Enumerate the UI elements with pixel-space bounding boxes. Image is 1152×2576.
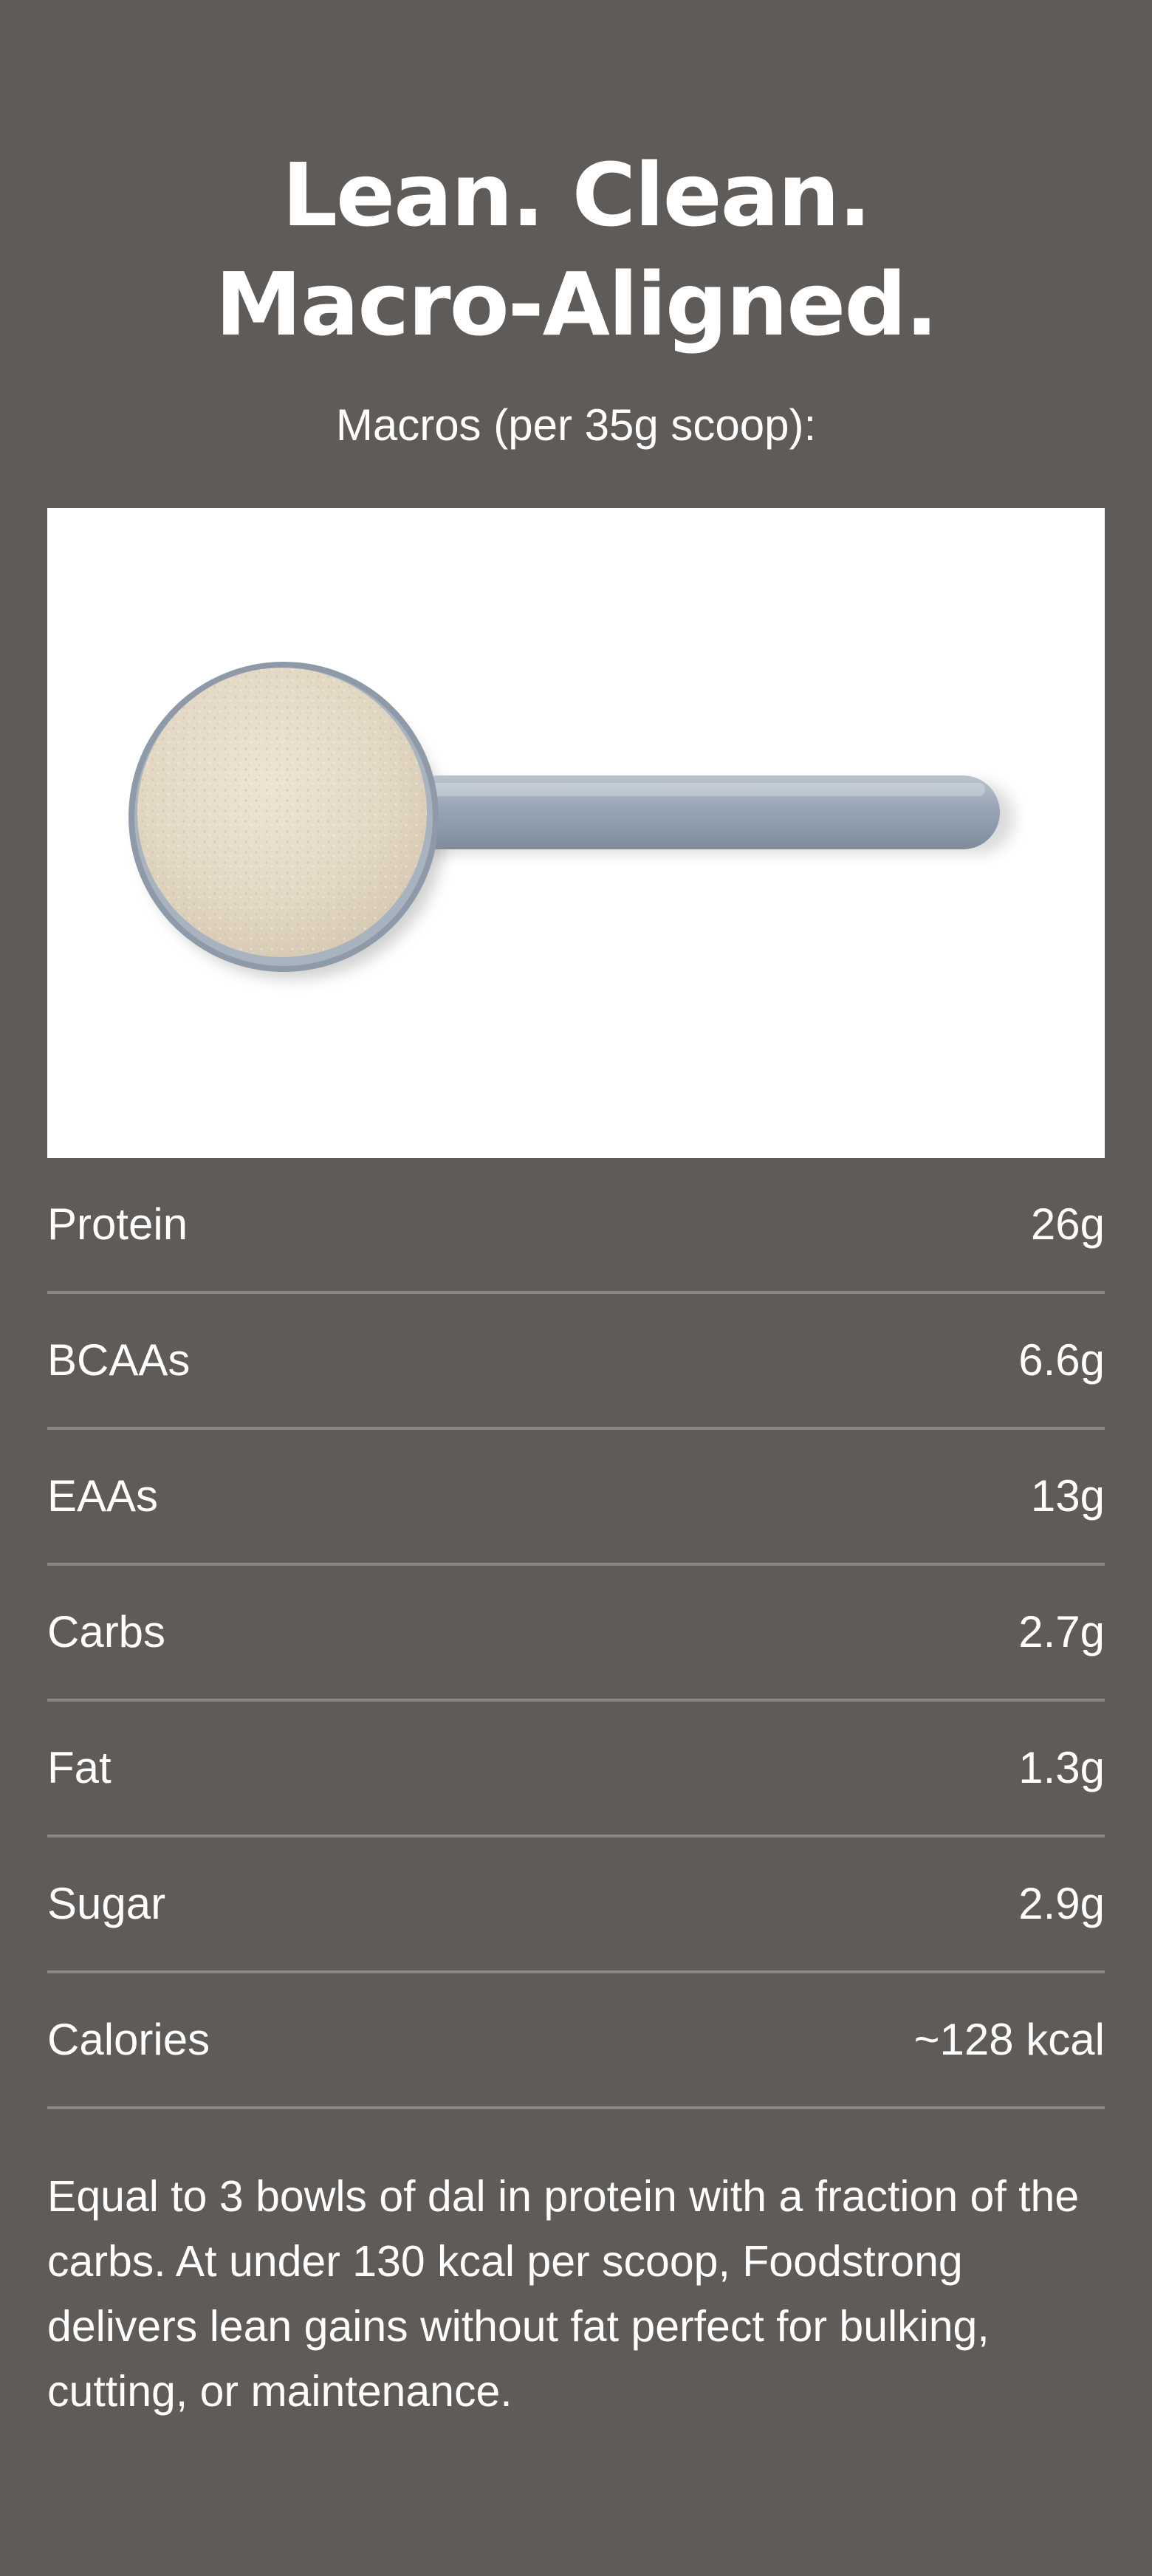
- macro-label: Carbs: [47, 1607, 166, 1657]
- macros-table: Protein 26g BCAAs 6.6g EAAs 13g Carbs 2.…: [47, 1158, 1105, 2109]
- macro-value: 2.7g: [1018, 1607, 1105, 1657]
- macro-value: 6.6g: [1018, 1335, 1105, 1385]
- macro-label: Protein: [47, 1199, 188, 1249]
- macro-row-eaas: EAAs 13g: [47, 1430, 1105, 1566]
- page-title-line-2: Macro-Aligned.: [215, 253, 938, 355]
- macros-subtitle: Macros (per 35g scoop):: [335, 400, 817, 450]
- macro-value: 2.9g: [1018, 1879, 1105, 1928]
- macro-row-fat: Fat 1.3g: [47, 1702, 1105, 1837]
- protein-scoop-image: [47, 508, 1105, 1158]
- page-title-line-1: Lean. Clean.: [281, 144, 871, 246]
- description-text: Equal to 3 bowls of dal in protein with …: [47, 2172, 1080, 2416]
- macro-row-bcaas: BCAAs 6.6g: [47, 1294, 1105, 1430]
- macro-value: 13g: [1030, 1471, 1105, 1521]
- macro-label: EAAs: [47, 1471, 159, 1521]
- macro-row-protein: Protein 26g: [47, 1158, 1105, 1294]
- macro-row-calories: Calories ~128 kcal: [47, 1973, 1105, 2109]
- page: Lean. Clean. Macro-Aligned. Macros (per …: [0, 0, 1152, 2576]
- macro-label: Calories: [47, 2015, 210, 2064]
- macro-row-carbs: Carbs 2.7g: [47, 1566, 1105, 1702]
- macro-value: ~128 kcal: [913, 2015, 1105, 2064]
- macro-row-sugar: Sugar 2.9g: [47, 1837, 1105, 1973]
- macro-label: BCAAs: [47, 1335, 191, 1385]
- page-title: Lean. Clean. Macro-Aligned.: [0, 140, 1152, 359]
- macro-label: Fat: [47, 1743, 112, 1792]
- macro-value: 1.3g: [1018, 1743, 1105, 1792]
- macro-value: 26g: [1030, 1199, 1105, 1249]
- macro-label: Sugar: [47, 1879, 166, 1928]
